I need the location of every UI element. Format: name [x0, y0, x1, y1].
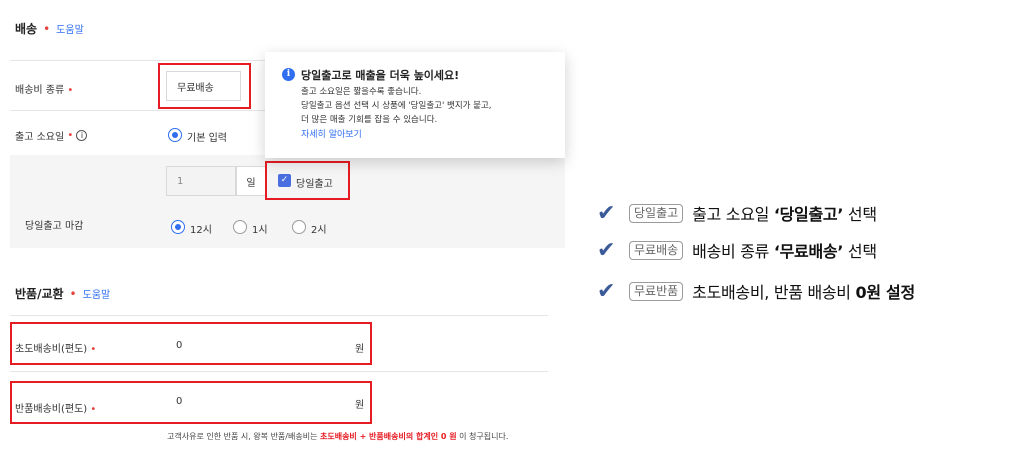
- return-help-link[interactable]: 도움말: [83, 286, 111, 301]
- checkmark-icon: ✔: [597, 278, 616, 304]
- summary-item: ✔ 당일출고 출고 소요일 ‘당일출고’ 선택: [597, 200, 877, 226]
- tooltip-line: 출고 소요일은 짧을수록 좋습니다.: [301, 87, 422, 97]
- delivery-title: 배송: [15, 22, 38, 36]
- cutoff-label: 당일출고 마감: [25, 221, 84, 232]
- highlight-box-initial-fee: [10, 322, 372, 365]
- summary-tag: 무료배송: [629, 240, 684, 260]
- days-unit: 일: [236, 166, 266, 196]
- lead-time-radio-default[interactable]: [168, 128, 182, 142]
- tooltip-title: 당일출고로 매출을 더욱 높이세요!: [301, 69, 460, 82]
- delivery-section-header: 배송 • 도움말: [15, 20, 84, 37]
- cutoff-radio-12[interactable]: [171, 220, 185, 234]
- summary-tag: 무료반품: [629, 281, 684, 301]
- delivery-help-link[interactable]: 도움말: [56, 21, 84, 36]
- fee-type-label: 배송비 종류 •: [15, 85, 74, 96]
- lead-days-input[interactable]: 1: [166, 166, 236, 196]
- return-section-header: 반품/교환 • 도움말: [15, 285, 110, 302]
- same-day-tooltip: i 당일출고로 매출을 더욱 높이세요! 출고 소요일은 짧을수록 좋습니다. …: [265, 52, 565, 158]
- info-icon: i: [282, 68, 295, 81]
- highlight-box-fee-type: [158, 63, 251, 109]
- lead-time-label: 출고 소요일 • i: [15, 128, 88, 143]
- summary-item: ✔ 무료반품 초도배송비, 반품 배송비 0원 설정: [597, 278, 915, 304]
- return-fee-note: 고객사유로 인한 반품 시, 왕복 반품/배송비는 초도배송비 + 반품배송비의…: [167, 432, 509, 441]
- required-dot: •: [69, 286, 77, 301]
- checkmark-icon: ✔: [597, 237, 616, 263]
- summary-tag: 당일출고: [629, 203, 684, 223]
- divider: [10, 315, 548, 316]
- summary-text: 초도배송비, 반품 배송비 0원 설정: [692, 283, 915, 302]
- tooltip-line: 더 많은 매출 기회를 잡을 수 있습니다.: [301, 115, 438, 125]
- cutoff-option-label: 12시: [190, 225, 212, 236]
- required-dot: •: [43, 21, 51, 36]
- lead-time-option-label: 기본 입력: [187, 133, 227, 144]
- cutoff-option-label: 2시: [311, 225, 327, 236]
- summary-item: ✔ 무료배송 배송비 종류 ‘무료배송’ 선택: [597, 237, 877, 263]
- divider: [10, 371, 548, 372]
- highlight-box-return-fee: [10, 381, 372, 424]
- tooltip-line: 당일출고 옵션 선택 시 상품에 '당일출고' 뱃지가 붙고,: [301, 101, 492, 111]
- cutoff-radio-1[interactable]: [233, 220, 247, 234]
- summary-text: 출고 소요일 ‘당일출고’ 선택: [692, 205, 877, 224]
- highlight-box-same-day: [265, 161, 350, 200]
- summary-text: 배송비 종류 ‘무료배송’ 선택: [692, 242, 877, 261]
- cutoff-option-label: 1시: [252, 225, 268, 236]
- return-title: 반품/교환: [15, 287, 64, 301]
- checkmark-icon: ✔: [597, 200, 616, 226]
- info-circle-icon[interactable]: i: [76, 130, 88, 141]
- cutoff-radio-2[interactable]: [292, 220, 306, 234]
- tooltip-learn-more-link[interactable]: 자세히 알아보기: [301, 127, 362, 140]
